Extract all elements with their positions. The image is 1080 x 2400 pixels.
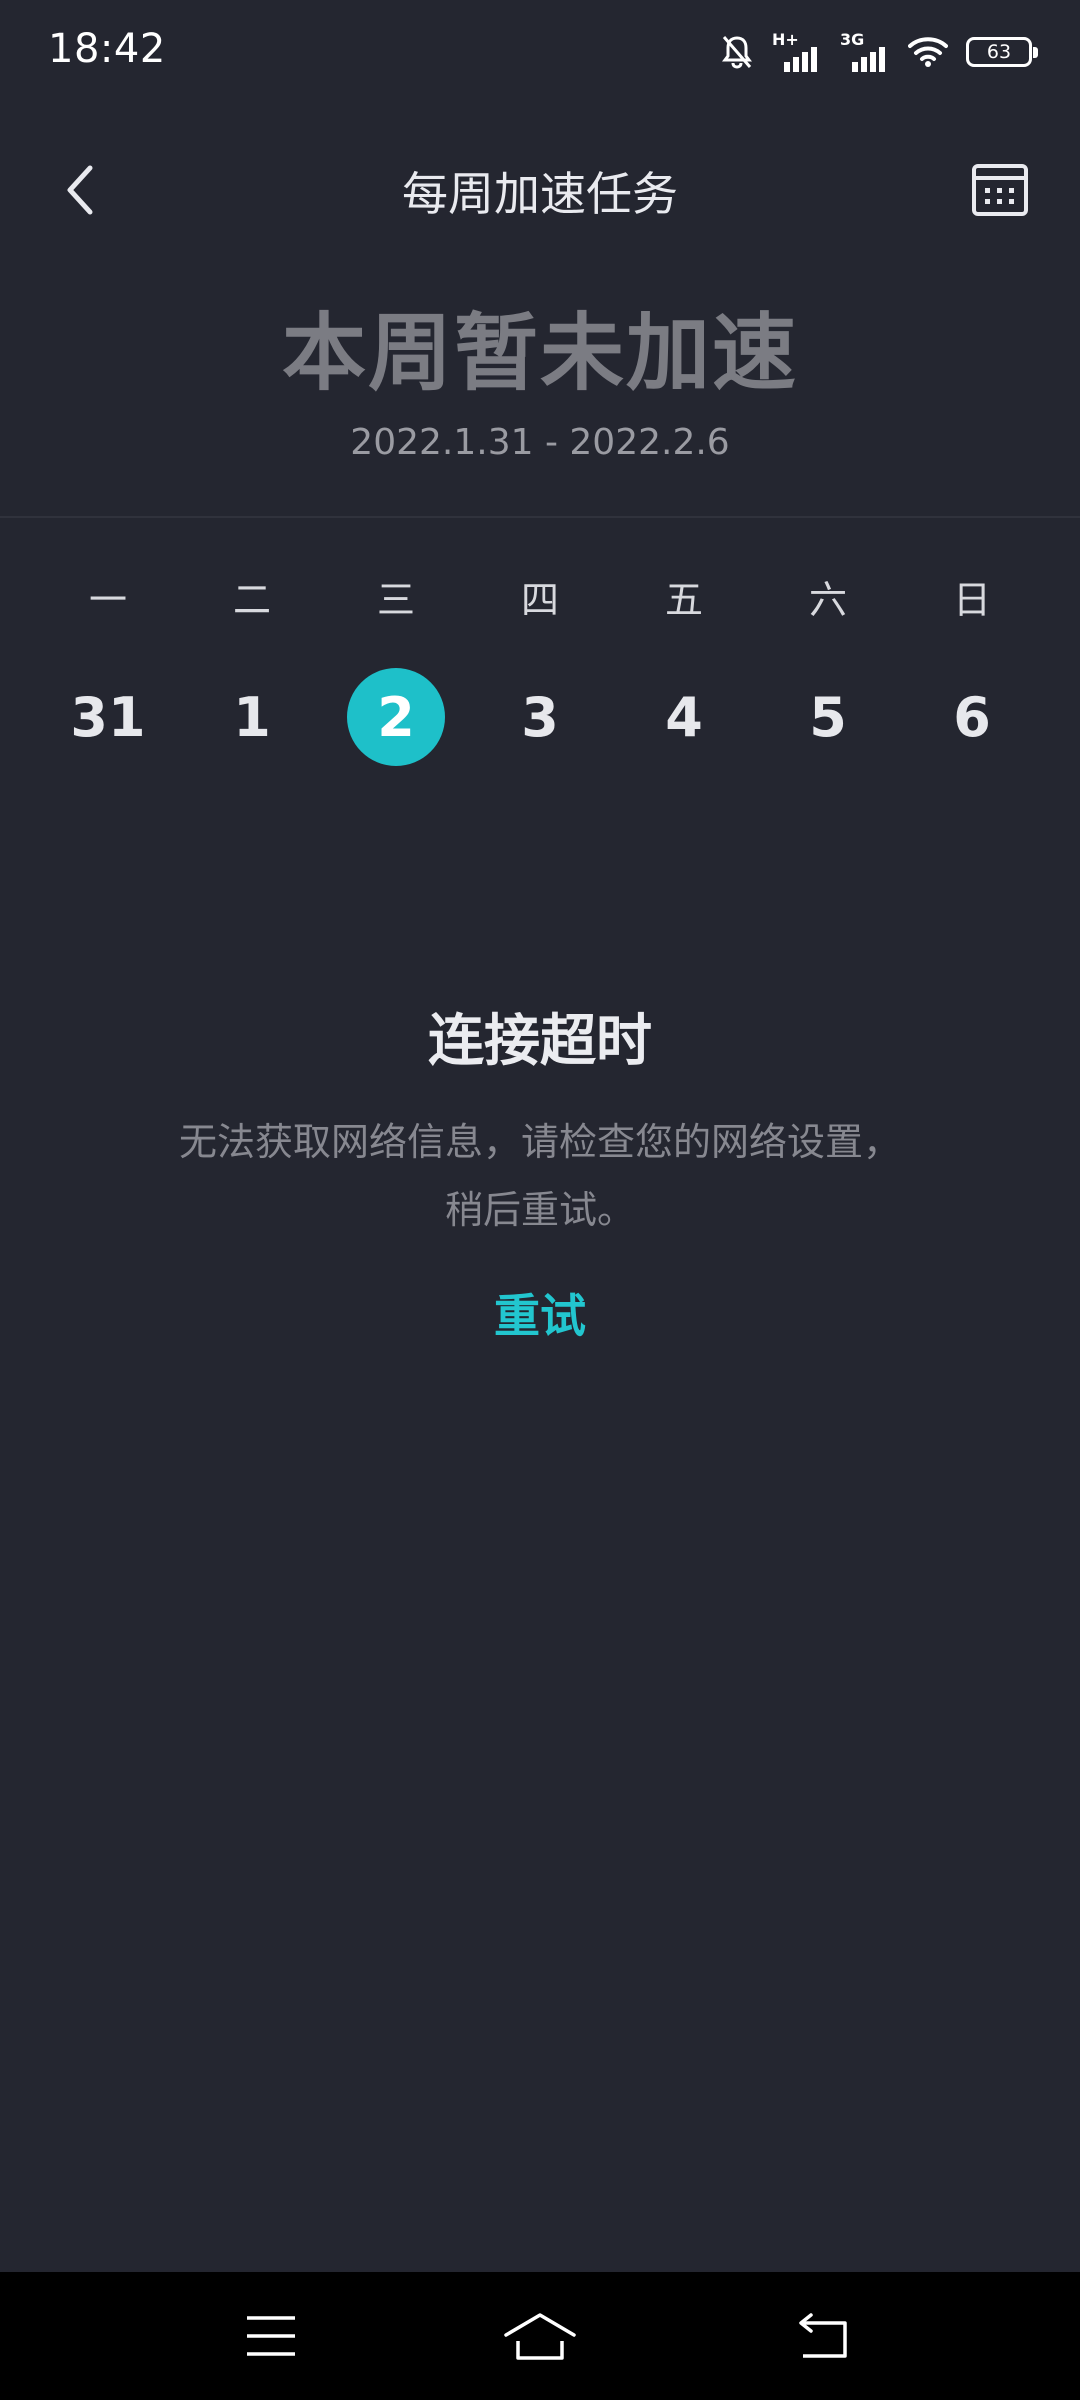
day-number: 1 [233,685,271,749]
battery-icon: 63 [966,37,1038,67]
home-icon [504,2313,576,2360]
day-cell[interactable]: 31 [36,668,180,766]
day-cell[interactable]: 1 [180,668,324,766]
day-cell[interactable]: 6 [900,668,1044,766]
day-cell[interactable]: 5 [756,668,900,766]
menu-button[interactable] [221,2296,321,2376]
back-nav-button[interactable] [773,2296,873,2376]
screen: 18:42 H+ 3G 63 每周加速任务 本周暂未加速 2022.1.31 -… [0,0,1080,2400]
wifi-icon [908,36,948,68]
day-number: 3 [521,685,559,749]
signal-3g-icon: 3G [840,30,890,72]
retry-button[interactable]: 重试 [440,1280,640,1346]
error-title: 连接超时 [428,1009,652,1074]
weekday-label: 日 [952,577,991,622]
back-icon [799,2313,847,2358]
day-cell[interactable]: 4 [612,668,756,766]
day-number: 5 [809,685,847,749]
header: 每周加速任务 [0,130,1080,250]
day-number: 31 [70,685,146,749]
home-button[interactable] [490,2296,590,2376]
weekday-row: 一 二 三 四 五 六 日 [36,566,1044,626]
signal-h-plus-icon: H+ [772,30,822,72]
battery-level: 63 [986,40,1012,63]
weekday-label: 二 [232,577,271,622]
status-bar: 18:42 H+ 3G 63 [0,0,1080,100]
calendar-button[interactable] [960,150,1040,230]
error-message: 无法获取网络信息，请检查您的网络设置，稍后重试。 [178,1120,901,1232]
divider [0,516,1080,518]
weekday-label: 一 [88,577,127,622]
date-row: 31 1 2 3 4 5 6 [36,668,1044,766]
navigation-bar [0,2272,1080,2400]
status-icons: H+ 3G 63 [720,30,1038,74]
weekday-label: 六 [808,577,847,622]
calendar-icon [972,164,1028,216]
status-time: 18:42 [48,26,166,72]
weekday-label: 四 [520,577,559,622]
weekly-status: 本周暂未加速 [281,304,798,402]
day-cell-selected[interactable]: 2 [324,668,468,766]
day-cell[interactable]: 3 [468,668,612,766]
day-number-selected: 2 [347,668,445,766]
day-number: 4 [665,685,703,749]
page-title: 每周加速任务 [402,167,678,221]
bell-off-icon [720,34,754,70]
weekday-label: 五 [664,577,703,622]
day-number: 6 [953,685,991,749]
date-range: 2022.1.31 - 2022.2.6 [350,422,730,463]
menu-icon [247,2316,295,2356]
weekday-label: 三 [376,577,415,622]
